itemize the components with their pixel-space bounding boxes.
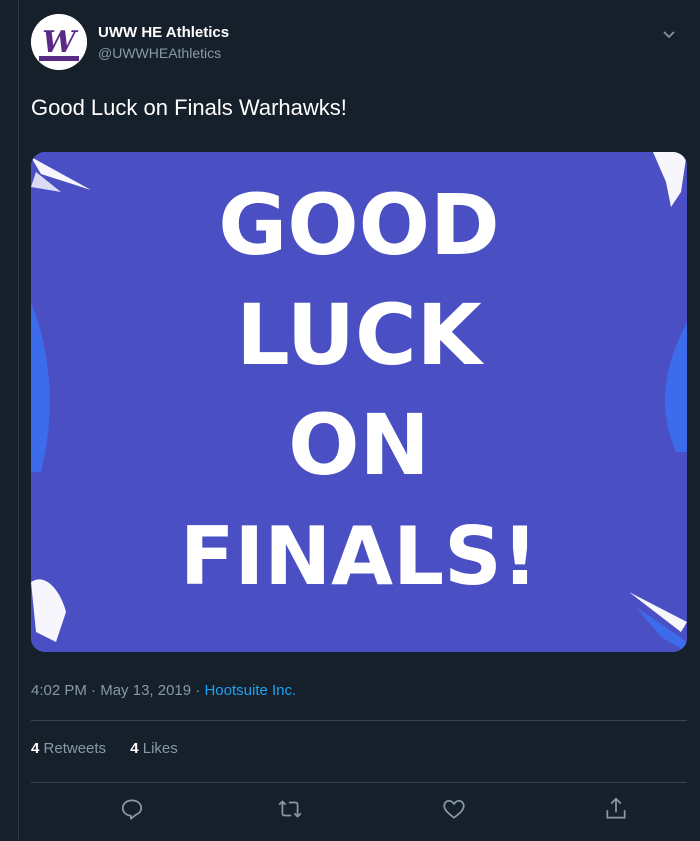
retweets-label: Retweets (43, 740, 107, 757)
tweet-text: Good Luck on Finals Warhawks! (31, 95, 347, 120)
heart-icon[interactable] (441, 796, 467, 822)
image-line-3: ON (288, 396, 430, 494)
image-line-1: GOOD (218, 176, 500, 274)
retweets-stat[interactable]: 4 Retweets (31, 740, 110, 757)
image-line-2: LUCK (236, 286, 484, 384)
tweet-card: W UWW HE Athletics @UWWHEAthletics Good … (18, 0, 700, 841)
tweet-image[interactable]: GOOD LUCK ON FINALS! (31, 152, 687, 652)
divider (31, 720, 687, 721)
meta-separator: · (91, 682, 101, 699)
likes-stat[interactable]: 4 Likes (130, 740, 178, 757)
account-handle[interactable]: @UWWHEAthletics (98, 44, 229, 62)
tweet-header: W UWW HE Athletics @UWWHEAthletics (31, 14, 691, 70)
reply-icon[interactable] (119, 796, 145, 822)
avatar-letter: W (42, 25, 79, 60)
tweet-meta: 4:02 PM · May 13, 2019 · Hootsuite Inc. (31, 682, 296, 699)
chevron-down-icon[interactable] (661, 26, 677, 42)
tweet-actions (31, 796, 687, 824)
tweet-source-link[interactable]: Hootsuite Inc. (204, 682, 296, 699)
tweet-time[interactable]: 4:02 PM (31, 682, 87, 699)
likes-label: Likes (142, 740, 178, 757)
divider (31, 782, 687, 783)
retweets-count: 4 (31, 740, 40, 757)
account-names: UWW HE Athletics @UWWHEAthletics (98, 24, 229, 62)
tweet-date[interactable]: May 13, 2019 (100, 682, 191, 699)
tweet-stats: 4 Retweets 4 Likes (31, 740, 198, 757)
likes-count: 4 (130, 740, 139, 757)
retweet-icon[interactable] (277, 796, 303, 822)
display-name[interactable]: UWW HE Athletics (98, 24, 229, 42)
image-line-4: FINALS! (180, 510, 538, 603)
share-icon[interactable] (603, 796, 629, 822)
avatar[interactable]: W (31, 14, 87, 70)
